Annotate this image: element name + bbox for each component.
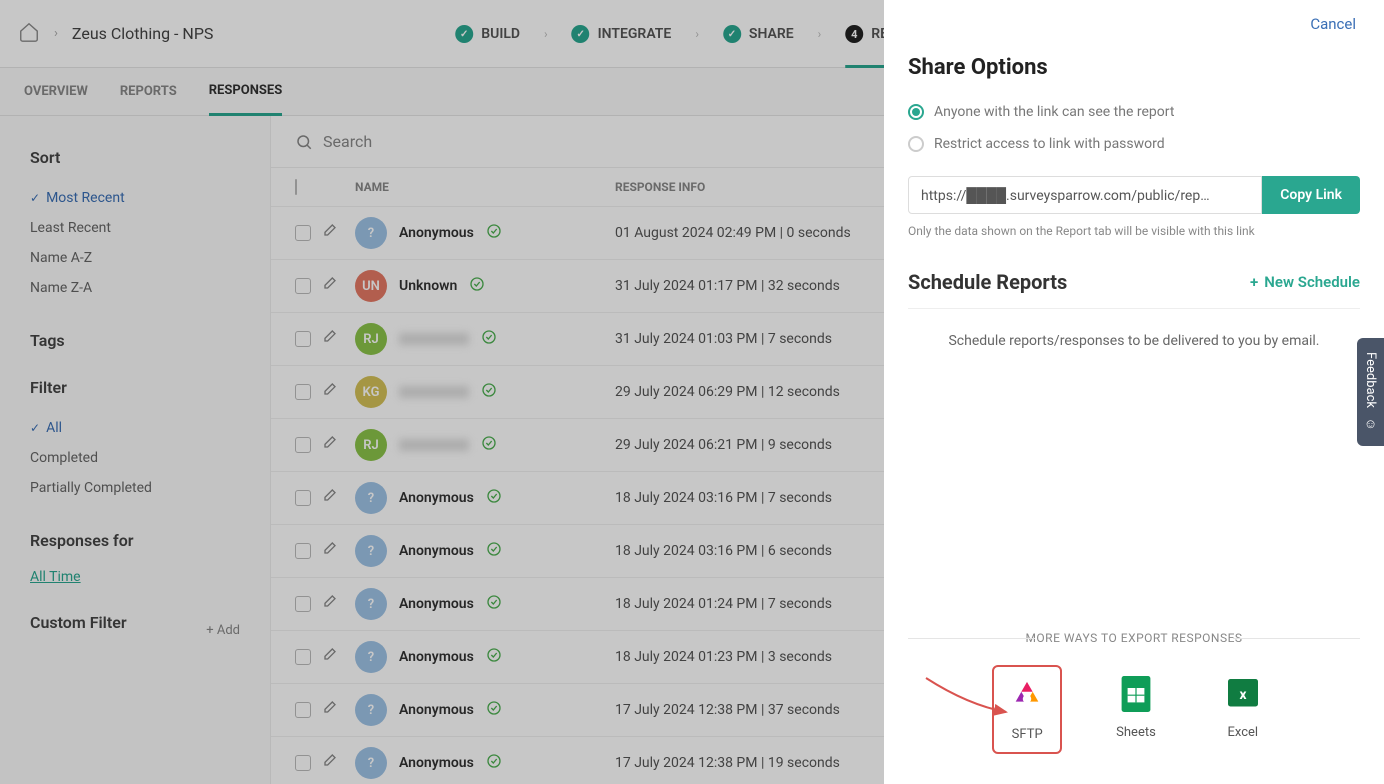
svg-text:x: x [1239, 687, 1246, 703]
new-schedule-button[interactable]: + New Schedule [1250, 273, 1360, 291]
schedule-note: Schedule reports/responses to be deliver… [908, 309, 1360, 373]
share-note: Only the data shown on the Report tab wi… [908, 224, 1360, 238]
feedback-tab[interactable]: Feedback [1357, 338, 1384, 446]
share-url-input[interactable] [908, 176, 1262, 214]
export-sftp[interactable]: SFTP [992, 665, 1062, 754]
panel-title: Share Options [908, 55, 1360, 80]
radio-anyone[interactable]: Anyone with the link can see the report [908, 104, 1360, 120]
radio-restrict[interactable]: Restrict access to link with password [908, 136, 1360, 152]
export-excel[interactable]: x Excel [1210, 665, 1276, 754]
export-sheets[interactable]: Sheets [1102, 665, 1170, 754]
cancel-button[interactable]: Cancel [1310, 15, 1356, 33]
copy-link-button[interactable]: Copy Link [1262, 176, 1360, 214]
schedule-heading: Schedule Reports [908, 270, 1067, 294]
share-options-panel: Cancel Share Options Anyone with the lin… [884, 0, 1384, 784]
more-ways-label: MORE WAYS TO EXPORT RESPONSES [908, 631, 1360, 645]
